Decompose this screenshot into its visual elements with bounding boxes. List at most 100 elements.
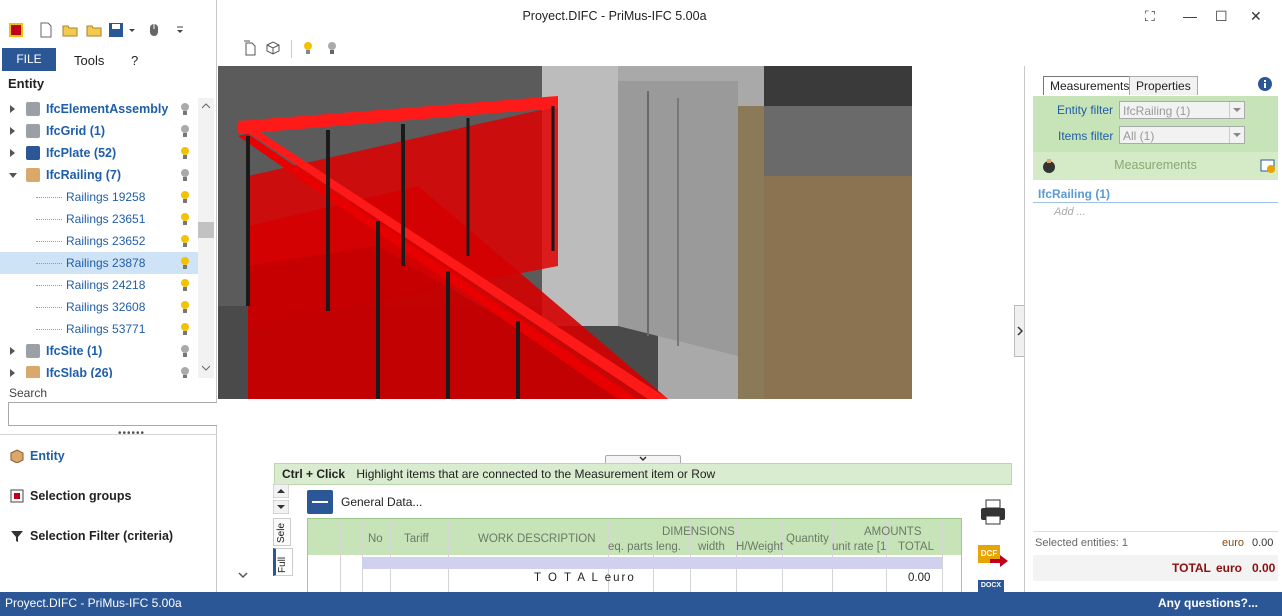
- col-unit-rate[interactable]: unit rate [1: [832, 541, 886, 553]
- col-width[interactable]: width: [698, 541, 725, 553]
- tree-child-item[interactable]: Railings 23652: [0, 230, 198, 252]
- 3d-viewport[interactable]: [218, 66, 912, 399]
- col-eq-parts[interactable]: eq. parts: [608, 541, 653, 553]
- visibility-bulb-icon[interactable]: [180, 366, 190, 378]
- expand-arrow-icon[interactable]: [10, 105, 15, 113]
- visibility-bulb-icon[interactable]: [180, 300, 190, 314]
- visibility-bulb-icon[interactable]: [180, 212, 190, 226]
- customize-toolbar-icon[interactable]: [176, 22, 184, 38]
- visibility-bulb-icon[interactable]: [180, 234, 190, 248]
- tree-child-item[interactable]: Railings 19258: [0, 186, 198, 208]
- col-tariff[interactable]: Tariff: [404, 533, 429, 545]
- search-input[interactable]: [8, 402, 230, 426]
- col-quantity[interactable]: Quantity: [786, 533, 829, 545]
- tree-item[interactable]: IfcElementAssembly: [0, 98, 198, 120]
- scroll-up-icon[interactable]: [202, 102, 210, 110]
- col-work-description[interactable]: WORK DESCRIPTION: [478, 533, 596, 545]
- close-icon[interactable]: ✕: [1250, 8, 1262, 25]
- tree-child-item[interactable]: Railings 53771: [0, 318, 198, 340]
- grid-column-divider: [653, 519, 654, 593]
- col-no[interactable]: No: [368, 533, 383, 545]
- entity-filter-value: IfcRailing (1): [1123, 104, 1191, 118]
- tree-item[interactable]: IfcGrid (1): [0, 120, 198, 142]
- col-length[interactable]: leng.: [656, 541, 681, 553]
- items-filter-select[interactable]: All (1): [1119, 126, 1245, 144]
- tools-menu[interactable]: Tools: [74, 53, 104, 68]
- tree-item[interactable]: IfcPlate (52): [0, 142, 198, 164]
- restore-focus-icon[interactable]: ⛶: [1145, 8, 1155, 25]
- selected-currency: euro: [1222, 537, 1245, 549]
- visibility-bulb-icon[interactable]: [180, 168, 190, 182]
- app-logo-icon[interactable]: [8, 22, 24, 38]
- expand-arrow-icon[interactable]: [10, 149, 15, 157]
- open-folder-icon[interactable]: [62, 22, 78, 38]
- visibility-bulb-icon[interactable]: [180, 322, 190, 336]
- tree-child-item[interactable]: Railings 24218: [0, 274, 198, 296]
- print-button[interactable]: [978, 498, 1008, 525]
- tree-item[interactable]: IfcRailing (7): [0, 164, 198, 186]
- save-icon[interactable]: [108, 22, 124, 38]
- mouse-icon[interactable]: [146, 22, 162, 38]
- lightbulb-off-icon[interactable]: [327, 40, 337, 56]
- entity-tree-scrollbar[interactable]: [198, 98, 214, 378]
- entity-filter-select[interactable]: IfcRailing (1): [1119, 101, 1245, 119]
- export-dcf-button[interactable]: DCF: [978, 545, 1008, 569]
- expand-arrow-icon[interactable]: [10, 127, 15, 135]
- quick-access-toolbar: [0, 0, 216, 44]
- info-icon[interactable]: [1257, 76, 1273, 92]
- save-dropdown-icon[interactable]: [128, 22, 136, 38]
- tab-properties[interactable]: Properties: [1129, 76, 1198, 95]
- 3d-view-icon[interactable]: [265, 40, 281, 56]
- tree-item-label: IfcRailing (7): [46, 168, 122, 182]
- chevron-down-icon: [1233, 108, 1241, 112]
- expand-arrow-icon[interactable]: [10, 369, 15, 377]
- visibility-bulb-icon[interactable]: [180, 102, 190, 116]
- general-data-icon[interactable]: [307, 490, 333, 514]
- new-file-icon[interactable]: [38, 22, 54, 38]
- help-menu[interactable]: ?: [131, 53, 138, 68]
- visibility-bulb-icon[interactable]: [180, 146, 190, 160]
- maximize-icon[interactable]: ☐: [1215, 8, 1228, 25]
- scroll-up-icon[interactable]: [273, 484, 289, 498]
- settings-icon[interactable]: [1260, 158, 1276, 174]
- help-questions-link[interactable]: Any questions?...: [1158, 596, 1258, 610]
- tree-connector: [36, 241, 62, 242]
- nav-entity-label: Entity: [30, 449, 65, 463]
- tab-full[interactable]: Full: [273, 548, 293, 576]
- file-menu[interactable]: FILE: [2, 48, 56, 71]
- tree-item[interactable]: IfcSlab (26): [0, 362, 198, 378]
- add-measurement-link[interactable]: Add ...: [1054, 206, 1086, 218]
- tab-measurements[interactable]: Measurements: [1043, 76, 1137, 95]
- tab-full-label: Full: [277, 556, 288, 573]
- scroll-down-icon[interactable]: [202, 364, 210, 372]
- table-row[interactable]: [362, 557, 942, 569]
- export-docx-button[interactable]: DOCX: [978, 580, 1008, 592]
- 3d-model-scene[interactable]: [218, 66, 912, 399]
- visibility-bulb-icon[interactable]: [180, 256, 190, 270]
- visibility-bulb-icon[interactable]: [180, 124, 190, 138]
- col-total[interactable]: TOTAL: [898, 541, 934, 553]
- col-hweight[interactable]: H/Weight: [736, 541, 783, 553]
- grid-column-divider: [782, 519, 783, 593]
- copy-icon[interactable]: [243, 40, 257, 56]
- visibility-bulb-icon[interactable]: [180, 190, 190, 204]
- general-data-link[interactable]: General Data...: [341, 495, 422, 509]
- scrollbar-thumb[interactable]: [198, 222, 214, 238]
- measurement-grid[interactable]: No Tariff WORK DESCRIPTION DIMENSIONS eq…: [307, 518, 962, 594]
- scroll-down-icon[interactable]: [273, 500, 289, 514]
- tree-child-item[interactable]: Railings 32608: [0, 296, 198, 318]
- nav-overflow-chevron-icon[interactable]: [238, 571, 248, 579]
- visibility-bulb-icon[interactable]: [180, 344, 190, 358]
- open-recent-icon[interactable]: [86, 22, 102, 38]
- entity-type-icon: [26, 102, 40, 116]
- lightbulb-on-icon[interactable]: [303, 40, 313, 56]
- tree-child-item[interactable]: Railings 23651: [0, 208, 198, 230]
- expand-arrow-icon[interactable]: [10, 347, 15, 355]
- measurement-group-title[interactable]: IfcRailing (1): [1038, 187, 1110, 201]
- tree-item[interactable]: IfcSite (1): [0, 340, 198, 362]
- tab-selection[interactable]: Sele: [273, 518, 291, 546]
- collapse-arrow-icon[interactable]: [9, 173, 17, 178]
- tree-child-item[interactable]: Railings 23878: [0, 252, 198, 274]
- minimize-icon[interactable]: —: [1183, 8, 1197, 24]
- visibility-bulb-icon[interactable]: [180, 278, 190, 292]
